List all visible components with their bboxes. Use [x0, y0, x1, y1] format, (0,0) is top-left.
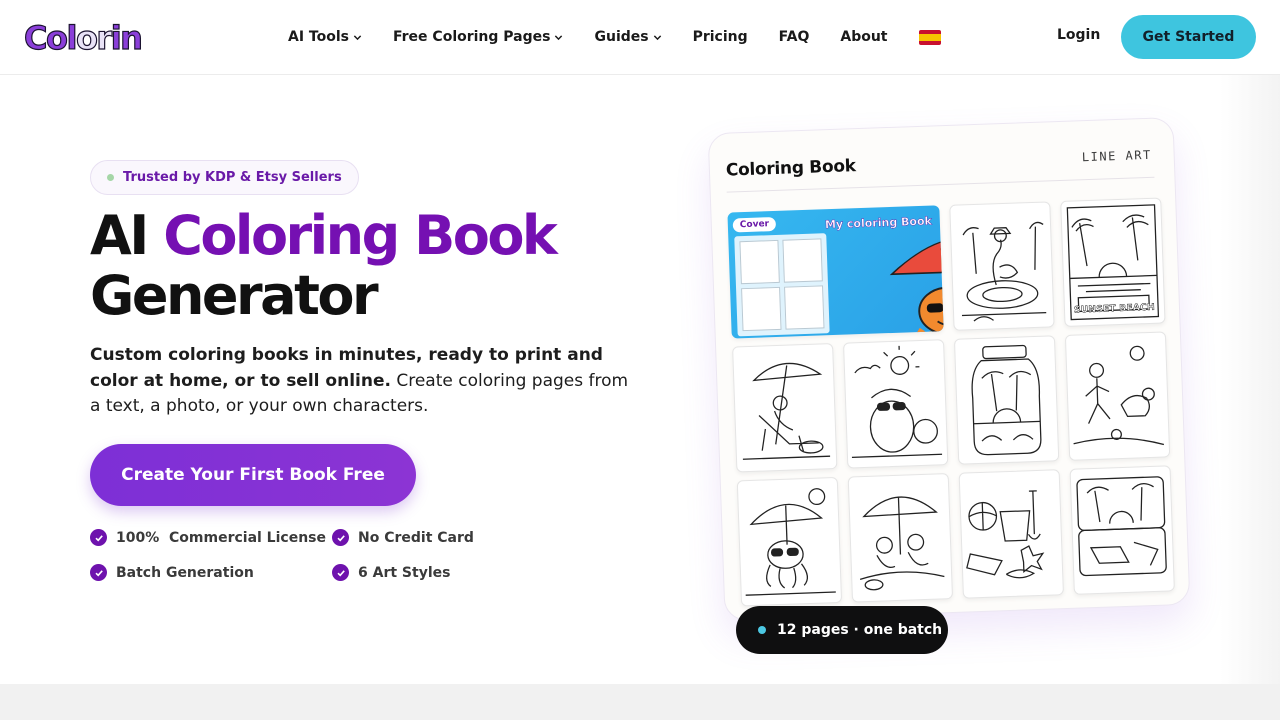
hero-title-accent: Coloring Book [163, 204, 558, 267]
page-thumbnail-grid: Cover My coloring Book SUNSET BEACH [727, 197, 1175, 607]
octopus-umbrella-illustration [889, 240, 944, 339]
feature-art-styles: 6 Art Styles [332, 564, 450, 581]
next-section-band [0, 684, 1280, 720]
site-header: Colorin AI Tools Free Coloring Pages Gui… [0, 0, 1280, 75]
nav-item-pricing[interactable]: Pricing [693, 29, 748, 45]
status-dot-icon [758, 626, 766, 634]
coloring-page-boy-and-dog[interactable] [1064, 331, 1171, 461]
nav-item-guides[interactable]: Guides [594, 29, 661, 45]
feature-batch-generation: Batch Generation [90, 564, 254, 581]
card-title: Coloring Book [725, 156, 857, 181]
hero-subtitle: Custom coloring books in minutes, ready … [90, 345, 629, 416]
coloring-page-penguin-sunglasses[interactable] [843, 339, 949, 469]
back-cover-collage [734, 233, 830, 337]
coloring-page-suitcase[interactable] [1069, 465, 1175, 595]
batch-count-pill: 12 pages · one batch [736, 606, 948, 654]
coloring-page-jar-scene[interactable] [953, 335, 1060, 465]
feature-no-credit-card: No Credit Card [332, 529, 474, 546]
divider [726, 176, 1155, 193]
style-tag: LINE ART [1081, 147, 1152, 165]
coloring-page-flamingo[interactable] [949, 201, 1055, 331]
coloring-page-octopus[interactable] [736, 476, 843, 607]
book-cover-thumbnail[interactable]: Cover My coloring Book [727, 205, 944, 339]
cover-label: Cover [732, 216, 777, 233]
trust-badge: Trusted by KDP & Etsy Sellers [90, 160, 359, 195]
get-started-button[interactable]: Get Started [1121, 15, 1256, 59]
cover-heading: My coloring Book [824, 214, 933, 232]
coloring-page-beach-toys[interactable] [958, 469, 1064, 599]
spain-flag-icon[interactable] [918, 29, 941, 45]
nav-item-ai-tools[interactable]: AI Tools [288, 29, 362, 45]
feature-commercial-license: 100% Commercial License [90, 529, 326, 546]
colorin-logo[interactable]: Colorin [23, 18, 143, 58]
coloring-book-preview-card: Coloring Book LINE ART Cover My coloring… [707, 117, 1191, 621]
chevron-down-icon [555, 34, 563, 40]
coloring-page-beach-chair[interactable] [732, 343, 838, 473]
coloring-page-sunset-beach[interactable]: SUNSET BEACH [1060, 197, 1166, 327]
nav-item-free-coloring-pages[interactable]: Free Coloring Pages [393, 29, 564, 45]
check-circle-icon [90, 564, 107, 581]
chevron-down-icon [353, 34, 362, 40]
coloring-page-girls-umbrella[interactable] [847, 473, 954, 603]
page-edge-shadow [1220, 75, 1280, 684]
status-dot-icon [107, 174, 114, 181]
nav-item-about[interactable]: About [840, 29, 887, 45]
create-first-book-button[interactable]: Create Your First Book Free [90, 444, 416, 506]
hero-title: AI Coloring Book Generator [90, 204, 558, 327]
main-nav: AI Tools Free Coloring Pages Guides Pric… [288, 25, 941, 49]
check-circle-icon [90, 529, 107, 546]
login-link[interactable]: Login [1057, 27, 1100, 43]
check-circle-icon [332, 564, 349, 581]
chevron-down-icon [653, 34, 661, 40]
check-circle-icon [332, 529, 349, 546]
nav-item-faq[interactable]: FAQ [779, 29, 810, 45]
